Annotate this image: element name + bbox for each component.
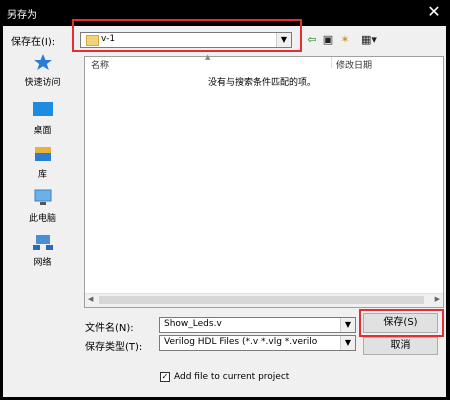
view-menu-icon[interactable]: ▦▾: [358, 33, 380, 47]
place-label: 此电脑: [28, 214, 56, 224]
filename-value: Show_Leds.v: [164, 319, 222, 329]
column-header-date[interactable]: 修改日期: [336, 58, 372, 71]
filetype-value: Verilog HDL Files (*.v *.vlg *.verilo: [164, 337, 318, 347]
file-list[interactable]: ▲ 名称 修改日期 没有与搜索条件匹配的项。 ◀ ▶: [84, 53, 444, 308]
sort-caret-icon: ▲: [205, 53, 211, 61]
star-icon: [34, 54, 52, 70]
chevron-down-icon[interactable]: ▼: [340, 336, 355, 350]
chevron-down-icon[interactable]: ▼: [340, 318, 355, 332]
scroll-left-icon[interactable]: ◀: [88, 295, 93, 303]
scroll-right-icon[interactable]: ▶: [435, 295, 440, 303]
place-label: 桌面: [33, 126, 52, 136]
desktop-icon: [33, 102, 53, 116]
filename-field[interactable]: Show_Leds.v ▼: [159, 317, 356, 333]
add-to-project-label: Add file to current project: [174, 372, 290, 382]
horizontal-scrollbar[interactable]: ◀ ▶: [85, 293, 443, 307]
close-button[interactable]: ✕: [424, 2, 444, 22]
new-folder-icon[interactable]: ✶: [338, 33, 352, 47]
filetype-label: 保存类型(T):: [85, 342, 143, 353]
highlight-save-in: [72, 19, 302, 52]
column-divider[interactable]: [331, 57, 332, 68]
place-quick-access[interactable]: 快速访问: [9, 51, 76, 95]
cancel-button[interactable]: 取消: [363, 337, 438, 355]
up-folder-icon[interactable]: ▣: [321, 33, 335, 47]
place-label: 快速访问: [24, 78, 61, 88]
filetype-select[interactable]: Verilog HDL Files (*.v *.vlg *.verilo ▼: [159, 335, 356, 351]
filename-label: 文件名(N):: [85, 323, 134, 334]
places-bar: 快速访问 桌面 库 此电脑 网络: [9, 51, 76, 301]
place-label: 网络: [33, 258, 52, 268]
save-as-dialog: 另存为 ✕ 保存在(I): v-1 ▼ ⇦ ▣ ✶ ▦▾ 快速访问 桌面 库 此…: [0, 0, 450, 400]
library-icon: [35, 147, 51, 161]
place-desktop[interactable]: 桌面: [9, 99, 76, 143]
add-to-project-checkbox[interactable]: ✓: [160, 372, 170, 382]
dialog-body: 保存在(I): v-1 ▼ ⇦ ▣ ✶ ▦▾ 快速访问 桌面 库 此电脑 网络 …: [3, 19, 446, 397]
scrollbar-thumb[interactable]: [99, 296, 424, 304]
place-this-pc[interactable]: 此电脑: [9, 187, 76, 231]
window-title: 另存为: [7, 10, 37, 21]
place-library[interactable]: 库: [9, 143, 76, 187]
place-label: 库: [37, 170, 47, 180]
computer-icon: [34, 189, 52, 205]
empty-message: 没有与搜索条件匹配的项。: [208, 78, 317, 88]
column-header-name[interactable]: 名称: [91, 58, 109, 71]
highlight-save-button: [359, 309, 444, 337]
save-in-label: 保存在(I):: [11, 37, 56, 48]
back-icon[interactable]: ⇦: [305, 33, 319, 47]
network-icon: [33, 235, 53, 250]
place-network[interactable]: 网络: [9, 231, 76, 275]
